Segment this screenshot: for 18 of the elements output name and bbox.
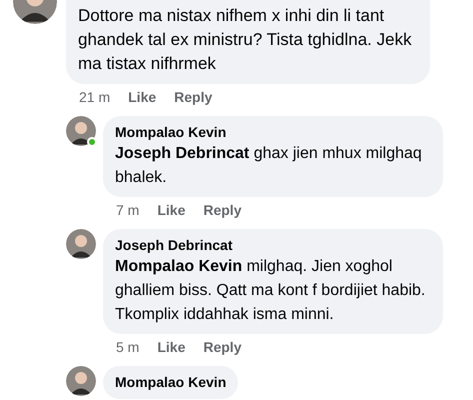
reply-link[interactable]: Reply: [174, 88, 212, 106]
comment-author[interactable]: Mompalao Kevin: [115, 373, 226, 392]
comment-author[interactable]: Mompalao Kevin: [115, 123, 431, 142]
avatar[interactable]: [66, 366, 96, 396]
comment-author[interactable]: Joseph Debrincat: [115, 236, 431, 255]
comment-time: 7 m: [116, 201, 140, 219]
comment-text: Joseph Debrincat ghax jien mhux milghaq bhalek.: [115, 144, 423, 188]
avatar[interactable]: [66, 116, 96, 146]
comment-time: 21 m: [79, 88, 110, 106]
reply-link[interactable]: Reply: [203, 201, 242, 219]
like-link[interactable]: Like: [157, 338, 186, 356]
comment-text: Mompalao Kevin milghaq. Jien xoghol ghalliem biss. Qatt ma kont f bordijiet habib. Tkomplix iddahhak isma minni.: [115, 257, 426, 325]
like-link[interactable]: Like: [128, 88, 156, 106]
like-link[interactable]: Like: [157, 201, 186, 219]
reply-link[interactable]: Reply: [203, 338, 242, 356]
avatar[interactable]: [66, 229, 96, 259]
comment-text: Dottore ma nistax nifhem x inhi din li tant ghandek tal ex ministru? Tista tghidlna. Jekk ma tistax nifhrmek: [78, 5, 413, 75]
comment-time: 5 m: [116, 338, 140, 356]
